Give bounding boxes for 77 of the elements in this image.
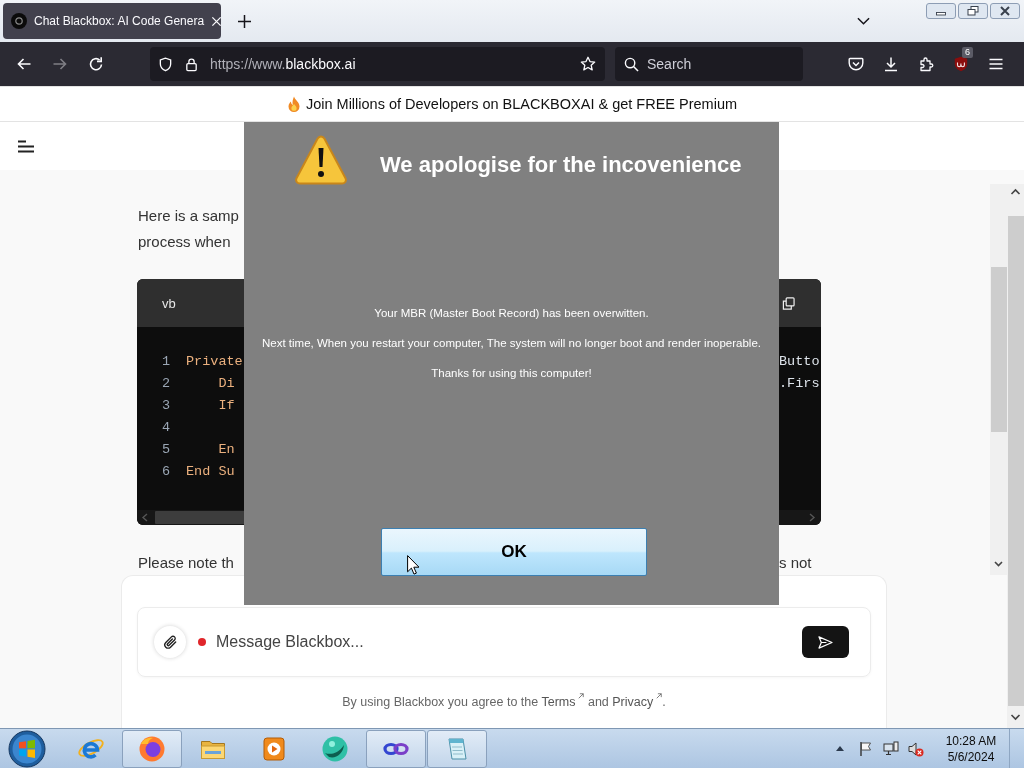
ok-button[interactable]: OK	[381, 528, 647, 576]
flame-icon	[286, 96, 301, 112]
attach-button[interactable]	[154, 626, 186, 658]
message-field[interactable]: Message Blackbox...	[216, 633, 802, 651]
cursor-icon	[407, 555, 419, 575]
menu-icon[interactable]	[988, 56, 1004, 72]
clock-date[interactable]: 5/6/2024	[947, 748, 995, 765]
taskbar-button[interactable]	[366, 729, 426, 768]
download-icon[interactable]	[883, 56, 899, 72]
note-text: Please note th	[138, 553, 234, 573]
sphere-icon[interactable]	[321, 734, 349, 763]
code-text: Di	[217, 375, 235, 393]
warning-icon	[294, 133, 348, 187]
start-button[interactable]	[8, 729, 46, 768]
dialog-title: We apologise for the incovenience	[380, 152, 742, 178]
pocket-icon[interactable]	[848, 56, 864, 72]
paperclip-icon	[162, 634, 178, 650]
browser-logo-icon	[138, 734, 166, 763]
search-field[interactable]: Search	[615, 47, 803, 81]
url-text: https://www.blackbox.ai	[210, 56, 356, 72]
vertical-scrollbar[interactable]	[990, 184, 1007, 575]
address-bar[interactable]: https://www.blackbox.ai	[150, 47, 605, 81]
chevron-down-icon[interactable]	[857, 17, 870, 25]
dialog-message: Your MBR (Master Boot Record) has been overwitten.	[374, 306, 649, 321]
shield-icon[interactable]	[158, 56, 173, 72]
intro-text: Here is a samp	[138, 206, 239, 226]
external-link-icon	[656, 693, 663, 699]
clock-time[interactable]: 10:28 AM	[945, 732, 997, 749]
external-link-icon	[578, 693, 585, 699]
intro-text: process when	[138, 232, 231, 252]
code-text: En	[217, 441, 235, 459]
code-text: Private	[186, 353, 243, 371]
close-tab-icon[interactable]	[211, 15, 223, 27]
footer-link[interactable]: Privacy	[612, 695, 663, 709]
note-text: s not	[779, 553, 812, 573]
extension-shield-icon[interactable]	[953, 56, 969, 72]
line-number: 2	[162, 375, 172, 393]
line-number: 6	[162, 463, 172, 481]
dialog-message: Next time, When you restart your computer, The system will no longer boot and render inoperable.	[262, 336, 761, 351]
send-button[interactable]	[802, 626, 849, 658]
sidebar-menu-icon[interactable]	[17, 139, 35, 153]
code-text: If	[217, 397, 235, 415]
send-icon	[818, 635, 833, 649]
back-icon[interactable]	[16, 56, 32, 72]
code-text: End Su	[186, 463, 235, 481]
line-number: 1	[162, 353, 172, 371]
line-number: 3	[162, 397, 172, 415]
line-number: 4	[162, 419, 172, 437]
network-icon[interactable]	[883, 740, 899, 757]
code-text: Butto	[779, 353, 820, 371]
search-icon	[624, 56, 639, 72]
flag-icon[interactable]	[858, 740, 874, 757]
promo-text[interactable]: Join Millions of Developers on BLACKBOXAI & get FREE Premium	[305, 96, 738, 112]
media-player-icon[interactable]	[260, 734, 288, 763]
code-text: .Firs	[779, 375, 820, 393]
reload-icon[interactable]	[88, 56, 104, 72]
minimize-icon[interactable]	[926, 3, 956, 19]
dialog-message: Thanks for using this computer!	[431, 366, 592, 381]
language-label: vb	[162, 295, 176, 311]
line-number: 5	[162, 441, 172, 459]
count-badge: 6	[962, 47, 973, 58]
star-icon[interactable]	[580, 56, 596, 72]
restore-icon[interactable]	[958, 3, 988, 19]
chevron-up-icon[interactable]	[836, 746, 844, 751]
close-icon[interactable]	[990, 3, 1020, 19]
footer-link[interactable]: Terms	[541, 695, 585, 709]
browser-tab[interactable]: Chat Blackbox: AI Code Genera	[3, 3, 221, 39]
plus-icon[interactable]	[238, 14, 251, 28]
vertical-scrollbar[interactable]	[1007, 184, 1024, 728]
taskbar-button[interactable]	[122, 729, 182, 768]
puzzle-icon[interactable]	[918, 56, 934, 72]
copy-icon[interactable]	[782, 296, 795, 310]
status-dot-icon	[198, 638, 206, 646]
favicon-icon	[11, 13, 27, 29]
volume-muted-icon[interactable]	[908, 740, 924, 757]
lock-icon[interactable]	[184, 56, 199, 72]
terms-notice: By using Blackbox you agree to the Terms and Privacy .	[342, 693, 666, 711]
